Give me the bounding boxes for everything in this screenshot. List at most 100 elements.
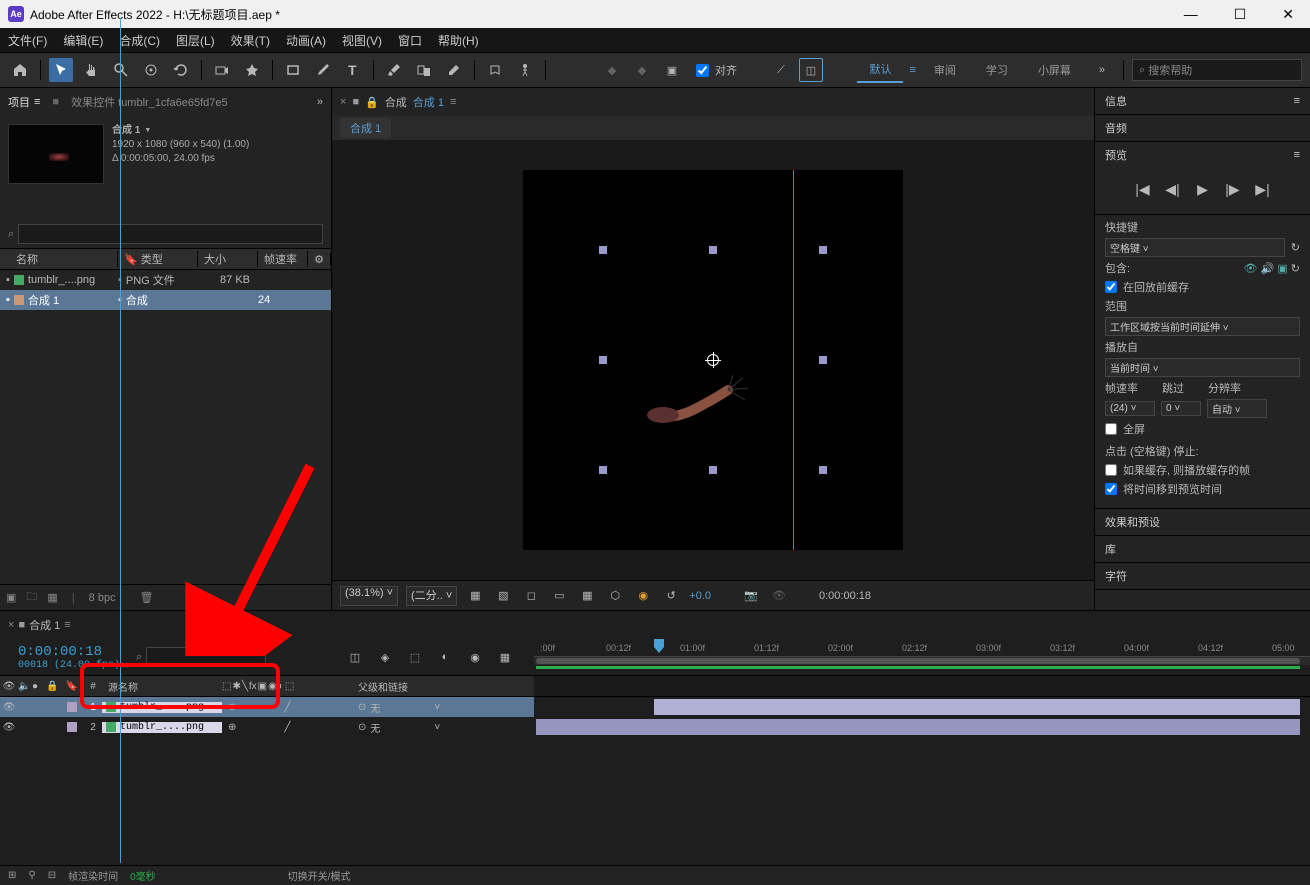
project-item[interactable]: ▪tumblr_....png ▪PNG 文件 87 KB xyxy=(0,270,331,290)
menu-window[interactable]: 窗口 xyxy=(398,32,422,49)
new-folder-icon[interactable]: 🗀 xyxy=(26,588,37,607)
toggle-switches-icon2[interactable]: ⚲ xyxy=(28,870,35,881)
speaker-icon[interactable]: 🔊 xyxy=(1261,263,1275,275)
mask-mode-icon[interactable]: ▣ xyxy=(660,58,684,82)
3d-axis2-icon[interactable]: ◆ xyxy=(630,58,654,82)
align-checkbox[interactable] xyxy=(696,64,709,77)
selection-tool[interactable] xyxy=(49,58,73,82)
layer-bar[interactable] xyxy=(534,697,1310,717)
grid-guides-icon[interactable]: ▦ xyxy=(577,586,597,606)
playfrom-select[interactable]: 当前时间 ˅ xyxy=(1105,358,1300,377)
menu-edit[interactable]: 编辑(E) xyxy=(63,32,103,49)
menu-layer[interactable]: 图层(L) xyxy=(176,32,215,49)
zoom-tool[interactable] xyxy=(109,58,133,82)
color-mgmt-icon[interactable]: ◉ xyxy=(633,586,653,606)
panel-menu-icon[interactable]: ≡ xyxy=(1294,95,1300,107)
prev-frame-button[interactable]: ◀| xyxy=(1162,178,1184,200)
workspace-small[interactable]: 小屏幕 xyxy=(1026,58,1083,82)
menu-help[interactable]: 帮助(H) xyxy=(438,32,479,49)
panel-menu-icon[interactable]: ≡ xyxy=(1294,149,1300,161)
hand-tool[interactable] xyxy=(79,58,103,82)
pen-tool[interactable] xyxy=(311,58,335,82)
trash-icon[interactable]: 🗑 xyxy=(140,591,154,604)
panel-library[interactable]: 库 xyxy=(1105,541,1116,557)
graph-editor-icon[interactable]: ▦ xyxy=(494,646,516,668)
loop-icon[interactable]: ↻ xyxy=(1291,263,1300,275)
interpret-footage-icon[interactable]: ▣ xyxy=(6,591,16,604)
puppet-tool[interactable] xyxy=(513,58,537,82)
eraser-tool[interactable] xyxy=(442,58,466,82)
work-area-bar[interactable] xyxy=(536,658,1300,664)
parent-select[interactable]: 无 xyxy=(370,700,430,715)
toggle-switches-icon3[interactable]: ⊟ xyxy=(48,870,56,881)
eye-icon[interactable]: 👁 xyxy=(1244,263,1258,275)
snapshot-icon[interactable]: 📷 xyxy=(741,586,761,606)
show-snapshot-icon[interactable]: 👁 xyxy=(769,586,789,606)
next-frame-button[interactable]: |▶ xyxy=(1222,178,1244,200)
fullscreen-checkbox[interactable] xyxy=(1105,423,1117,435)
transparency-grid-icon[interactable]: ▧ xyxy=(493,586,513,606)
play-cached-checkbox[interactable] xyxy=(1105,464,1117,476)
play-button[interactable]: ▶ xyxy=(1192,178,1214,200)
move-time-checkbox[interactable] xyxy=(1105,483,1117,495)
guide-line[interactable] xyxy=(793,170,794,550)
exposure-value[interactable]: +0.0 xyxy=(689,590,711,602)
grid-tool[interactable]: ◫ xyxy=(799,58,823,82)
panel-effects-presets[interactable]: 效果和预设 xyxy=(1105,514,1160,530)
rectangle-tool[interactable] xyxy=(281,58,305,82)
menu-file[interactable]: 文件(F) xyxy=(8,32,47,49)
draft3d-icon[interactable]: ◈ xyxy=(374,646,396,668)
menu-animation[interactable]: 动画(A) xyxy=(286,32,326,49)
current-time-display[interactable]: 0:00:00:18 xyxy=(18,644,120,660)
close-button[interactable]: ✕ xyxy=(1274,6,1302,23)
first-frame-button[interactable]: |◀ xyxy=(1132,178,1154,200)
bpc-button[interactable]: 8 bpc xyxy=(89,592,116,604)
project-item[interactable]: ▪合成 1 ▪合成 24 xyxy=(0,290,331,310)
menu-effect[interactable]: 效果(T) xyxy=(231,32,270,49)
orbit-tool[interactable] xyxy=(139,58,163,82)
comp-flowchart-icon[interactable]: ◫ xyxy=(344,646,366,668)
clone-tool[interactable] xyxy=(412,58,436,82)
current-time[interactable]: 0:00:00:18 xyxy=(819,590,871,602)
brush-tool[interactable] xyxy=(382,58,406,82)
toggle-switches-button[interactable]: 切换开关/模式 xyxy=(288,868,351,883)
anchor-point-icon[interactable] xyxy=(707,354,719,366)
pan-behind-tool[interactable] xyxy=(240,58,264,82)
shy-icon[interactable]: ⬚ xyxy=(404,646,426,668)
home-tool[interactable] xyxy=(8,58,32,82)
time-ruler[interactable]: :00f 00:12f 01:00f 01:12f 02:00f 02:12f … xyxy=(534,639,1310,657)
panel-menu-icon[interactable]: » xyxy=(317,96,323,108)
panel-character[interactable]: 字符 xyxy=(1105,568,1127,584)
resolution-select[interactable]: (二分.. ˅ xyxy=(406,586,457,606)
menu-composition[interactable]: 合成(C) xyxy=(119,32,160,49)
snap-tool[interactable]: ⟋ xyxy=(769,58,793,82)
tab-project[interactable]: 项目 ≡ xyxy=(8,94,40,110)
timeline-layer[interactable]: 👁 1 tumblr_....png ⊕╱ ⊙无˅ xyxy=(0,697,534,717)
minimize-button[interactable]: — xyxy=(1176,6,1206,23)
camera-tool[interactable] xyxy=(210,58,234,82)
overlay-icon[interactable]: ▣ xyxy=(1277,263,1287,275)
res-select[interactable]: 自动 ˅ xyxy=(1207,399,1267,418)
solo-column-icon[interactable]: ● xyxy=(32,681,46,692)
playhead[interactable] xyxy=(120,18,121,863)
tab-effect-controls[interactable]: 效果控件 tumblr_1cfa6e65fd7e5 xyxy=(71,94,228,110)
last-frame-button[interactable]: ▶| xyxy=(1252,178,1274,200)
composition-subtab[interactable]: 合成 1 xyxy=(340,118,391,138)
rotate-tool[interactable] xyxy=(169,58,193,82)
cache-before-play-checkbox[interactable] xyxy=(1105,281,1117,293)
toggle-switches-icon[interactable]: ⊞ xyxy=(8,870,16,881)
new-comp-icon[interactable]: ▦ xyxy=(47,591,57,604)
fast-preview-icon[interactable]: ▦ xyxy=(465,586,485,606)
composition-canvas[interactable] xyxy=(523,170,903,550)
range-select[interactable]: 工作区域按当前时间延伸 ˅ xyxy=(1105,317,1300,336)
parent-select[interactable]: 无 xyxy=(370,720,430,735)
reset-exposure-icon[interactable]: ↺ xyxy=(661,586,681,606)
close-tab-icon[interactable]: × xyxy=(8,619,14,631)
panel-info[interactable]: 信息 xyxy=(1105,93,1127,109)
text-tool[interactable]: T xyxy=(341,58,365,82)
zoom-select[interactable]: (38.1%) ˅ xyxy=(340,586,398,606)
channel-icon[interactable]: ⬡ xyxy=(605,586,625,606)
panel-audio[interactable]: 音频 xyxy=(1105,120,1127,136)
layer-bar[interactable] xyxy=(534,717,1310,737)
maximize-button[interactable]: ☐ xyxy=(1226,6,1255,23)
